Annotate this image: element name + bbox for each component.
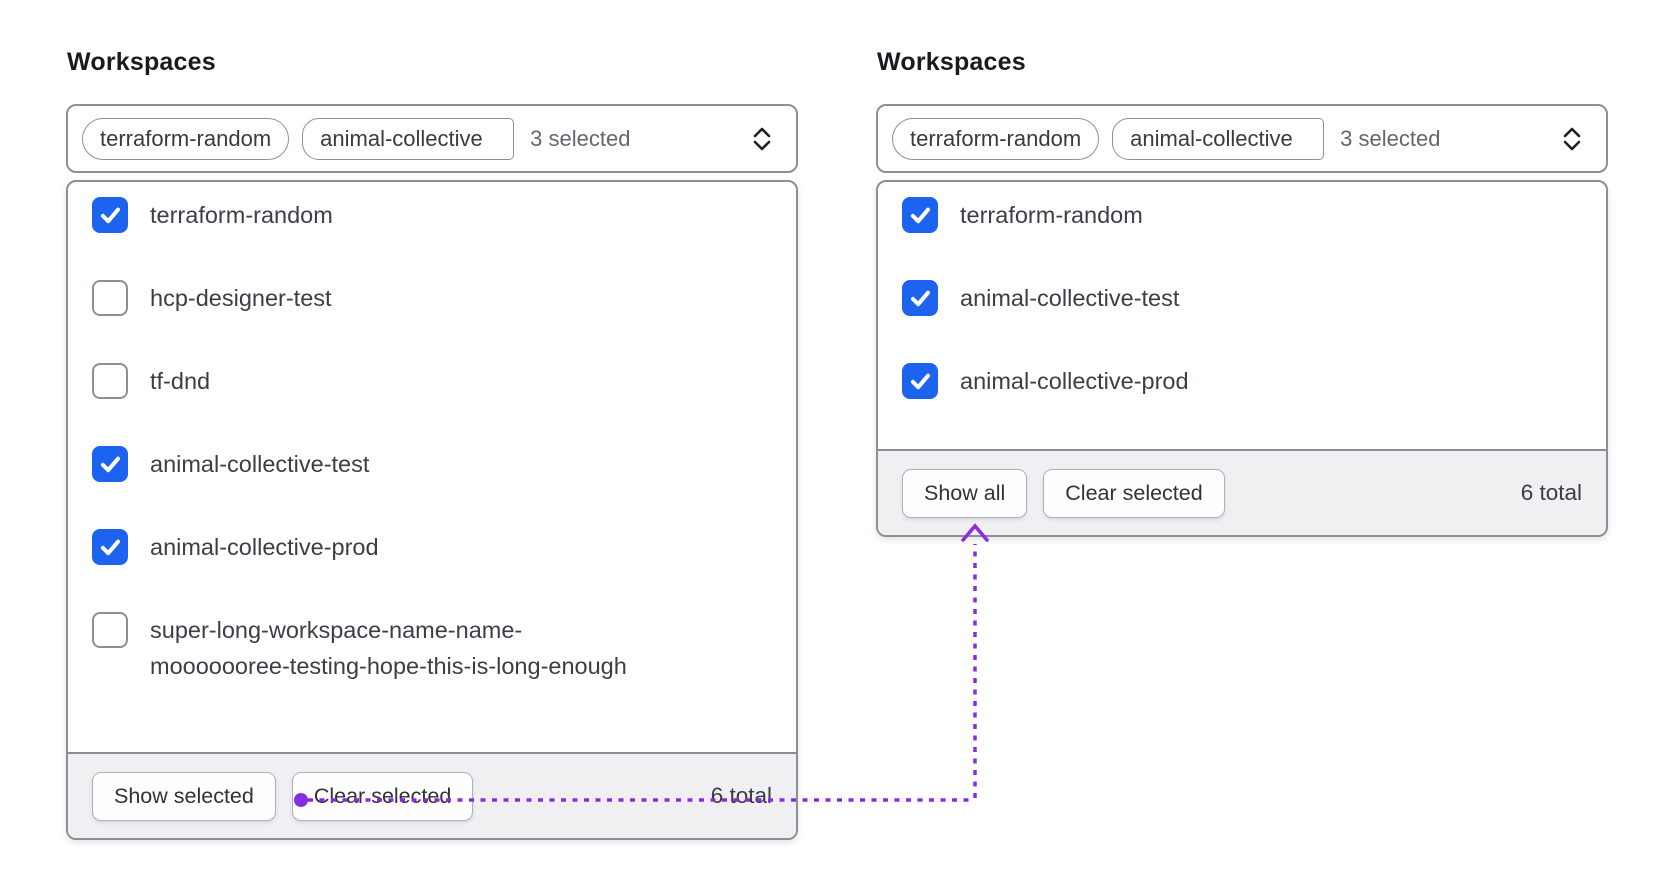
selected-tag: terraform-random: [892, 117, 1100, 160]
selected-tag-truncated: animal-collective: [1112, 117, 1325, 160]
workspaces-dropdown: terraform-random animal-collective-test …: [876, 180, 1608, 537]
dropdown-footer: Show selected Clear selected 6 total: [68, 752, 796, 838]
total-count: 6 total: [710, 783, 772, 808]
show-selected-button[interactable]: Show selected: [92, 771, 276, 821]
selected-tag: terraform-random: [82, 117, 290, 160]
option-label: tf-dnd: [150, 368, 211, 394]
option-row[interactable]: terraform-random: [92, 197, 772, 233]
show-all-button[interactable]: Show all: [902, 468, 1028, 518]
chevron-up-down-icon: [750, 125, 774, 153]
workspaces-select-trigger[interactable]: terraform-random animal-collective 3 sel…: [66, 104, 798, 173]
option-label: animal-collective-prod: [150, 534, 379, 560]
option-row[interactable]: animal-collective-prod: [92, 529, 772, 565]
selected-count: 3 selected: [1340, 125, 1441, 151]
clear-selected-button[interactable]: Clear selected: [291, 771, 474, 821]
option-label: hcp-designer-test: [150, 285, 332, 311]
checkmark-icon: [910, 373, 930, 390]
checkbox[interactable]: [902, 197, 938, 233]
selected-count: 3 selected: [530, 125, 631, 151]
option-row[interactable]: animal-collective-test: [902, 280, 1582, 316]
option-label: animal-collective-prod: [960, 368, 1189, 394]
option-row[interactable]: tf-dnd: [92, 363, 772, 399]
page: Workspaces terraform-random animal-colle…: [0, 0, 1672, 892]
workspaces-label: Workspaces: [877, 48, 1026, 76]
checkbox[interactable]: [902, 280, 938, 316]
clear-selected-button[interactable]: Clear selected: [1043, 468, 1225, 518]
checkmark-icon: [910, 290, 930, 307]
checkmark-icon: [910, 207, 930, 224]
checkbox[interactable]: [902, 363, 938, 399]
option-row[interactable]: hcp-designer-test: [92, 280, 772, 316]
checkbox[interactable]: [92, 529, 128, 565]
option-label: animal-collective-test: [150, 451, 370, 477]
option-label: terraform-random: [960, 202, 1143, 228]
workspaces-label: Workspaces: [67, 48, 216, 76]
total-count: 6 total: [1520, 480, 1582, 505]
multiselect-before: Workspaces terraform-random animal-colle…: [66, 48, 798, 840]
option-row[interactable]: terraform-random: [902, 197, 1582, 233]
checkbox[interactable]: [92, 363, 128, 399]
checkbox[interactable]: [92, 197, 128, 233]
selected-tag-truncated: animal-collective: [302, 117, 515, 160]
option-list: terraform-random hcp-designer-test tf-dn…: [68, 182, 796, 752]
option-row[interactable]: animal-collective-test: [92, 446, 772, 482]
multiselect-after: Workspaces terraform-random animal-colle…: [876, 48, 1608, 537]
checkmark-icon: [100, 539, 120, 556]
option-list: terraform-random animal-collective-test …: [878, 182, 1606, 449]
workspaces-select-trigger[interactable]: terraform-random animal-collective 3 sel…: [876, 104, 1608, 173]
checkmark-icon: [100, 456, 120, 473]
checkmark-icon: [100, 207, 120, 224]
checkbox[interactable]: [92, 280, 128, 316]
checkbox[interactable]: [92, 446, 128, 482]
option-label: super-long-workspace-name-name- moooooor…: [150, 617, 627, 679]
dropdown-footer: Show all Clear selected 6 total: [878, 449, 1606, 535]
chevron-up-down-icon: [1560, 125, 1584, 153]
option-row[interactable]: animal-collective-prod: [902, 363, 1582, 399]
checkbox[interactable]: [92, 612, 128, 648]
option-label: terraform-random: [150, 202, 333, 228]
option-label: animal-collective-test: [960, 285, 1180, 311]
option-row[interactable]: super-long-workspace-name-name- moooooor…: [92, 612, 772, 684]
workspaces-dropdown: terraform-random hcp-designer-test tf-dn…: [66, 180, 798, 840]
